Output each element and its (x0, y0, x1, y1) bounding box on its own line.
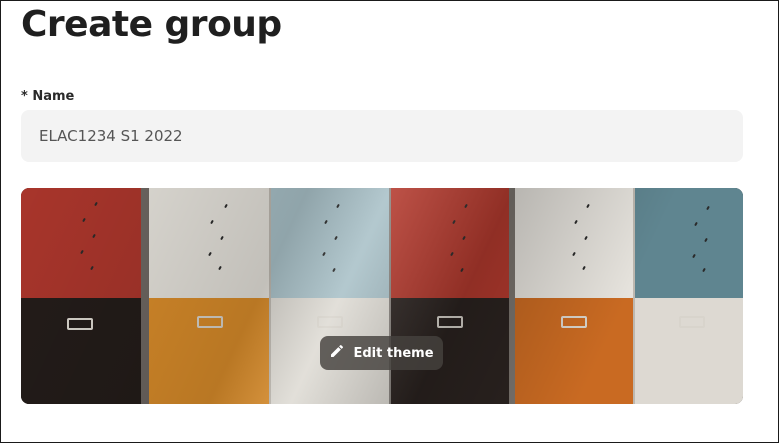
name-input[interactable]: ELAC1234 S1 2022 (21, 110, 743, 162)
create-group-panel: Create group * Name ELAC1234 S1 2022 Edi… (0, 0, 779, 443)
name-input-value: ELAC1234 S1 2022 (39, 127, 183, 145)
page-title: Create group (21, 4, 282, 45)
pencil-icon (329, 343, 345, 363)
theme-image: Edit theme (21, 188, 743, 404)
edit-theme-button[interactable]: Edit theme (320, 336, 443, 370)
name-field-label: * Name (21, 89, 75, 104)
edit-theme-label: Edit theme (353, 345, 434, 361)
locker-vents (21, 188, 743, 288)
